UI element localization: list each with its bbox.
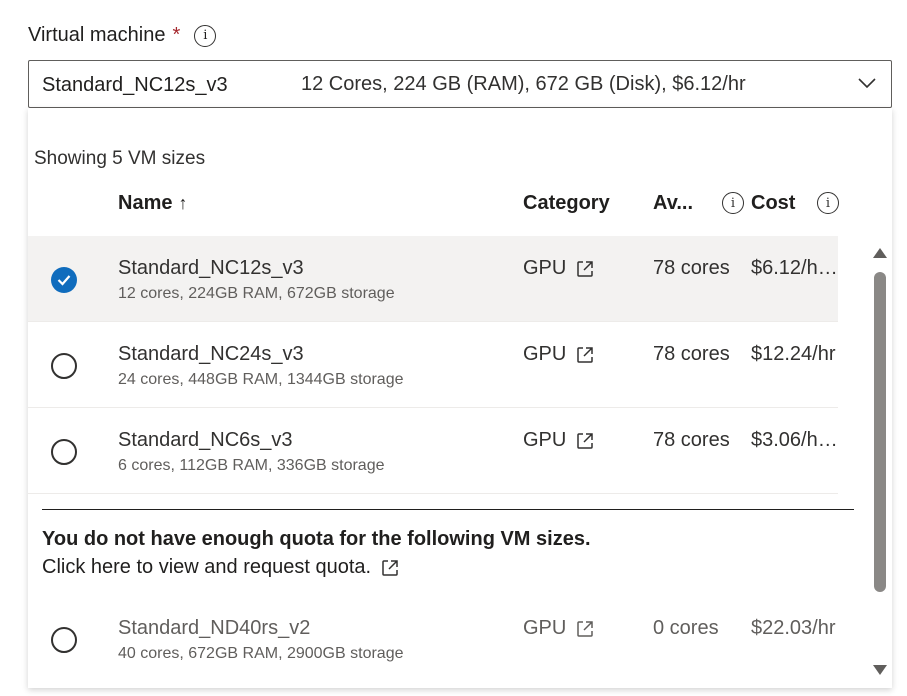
info-icon[interactable]: i <box>817 192 839 214</box>
vm-available: 78 cores <box>653 429 730 451</box>
vm-available: 0 cores <box>653 617 719 639</box>
required-asterisk: * <box>172 24 181 46</box>
vm-row[interactable]: Standard_NC24s_v3 24 cores, 448GB RAM, 1… <box>28 322 838 408</box>
vm-category-label: GPU <box>523 257 567 279</box>
column-header-available[interactable]: Av... <box>653 192 693 215</box>
column-header-cost[interactable]: Cost <box>751 192 795 215</box>
sort-ascending-icon: ↑ <box>178 193 188 213</box>
selected-vm-desc: 12 Cores, 224 GB (RAM), 672 GB (Disk), $… <box>301 73 746 95</box>
radio-selected[interactable] <box>51 267 77 293</box>
external-link-icon[interactable] <box>575 619 595 639</box>
vm-cost: $3.06/hr... <box>751 429 838 451</box>
column-header-name-label: Name <box>118 192 173 214</box>
scroll-up-arrow-icon[interactable] <box>873 248 887 258</box>
vm-category-label: GPU <box>523 617 567 639</box>
scrollbar-thumb[interactable] <box>874 272 886 592</box>
vm-category-label: GPU <box>523 429 567 451</box>
vm-category: GPU <box>523 429 595 452</box>
scroll-down-arrow-icon[interactable] <box>873 665 887 675</box>
field-label-text: Virtual machine <box>28 24 166 46</box>
radio-unselected[interactable] <box>51 439 77 465</box>
info-icon[interactable]: i <box>722 192 744 214</box>
vm-available: 78 cores <box>653 257 730 279</box>
vm-category: GPU <box>523 617 595 640</box>
vm-name: Standard_ND40rs_v2 <box>118 617 311 639</box>
column-header-name[interactable]: Name ↑ <box>118 192 187 215</box>
radio-unselected[interactable] <box>51 353 77 379</box>
checkmark-icon <box>57 275 71 286</box>
vm-specs: 24 cores, 448GB RAM, 1344GB storage <box>118 371 404 388</box>
vm-specs: 40 cores, 672GB RAM, 2900GB storage <box>118 645 404 662</box>
field-label: Virtual machine * i <box>28 24 217 47</box>
vm-size-select[interactable]: Standard_NC12s_v3 12 Cores, 224 GB (RAM)… <box>28 60 892 108</box>
vm-available: 78 cores <box>653 343 730 365</box>
external-link-icon[interactable] <box>575 431 595 451</box>
vm-name: Standard_NC6s_v3 <box>118 429 293 451</box>
vm-category: GPU <box>523 343 595 366</box>
column-header-category[interactable]: Category <box>523 192 610 215</box>
vm-cost: $12.24/hr <box>751 343 836 365</box>
vm-category: GPU <box>523 257 595 280</box>
vm-row[interactable]: Standard_ND40rs_v2 40 cores, 672GB RAM, … <box>28 596 838 682</box>
vm-row[interactable]: Standard_NC6s_v3 6 cores, 112GB RAM, 336… <box>28 408 838 494</box>
vm-name: Standard_NC12s_v3 <box>118 257 304 279</box>
selected-vm-name: Standard_NC12s_v3 <box>42 74 228 96</box>
showing-count: Showing 5 VM sizes <box>34 148 206 169</box>
quota-warning-title: You do not have enough quota for the fol… <box>42 528 591 550</box>
request-quota-link-text[interactable]: Click here to view and request quota. <box>42 556 371 579</box>
vm-specs: 12 cores, 224GB RAM, 672GB storage <box>118 285 395 302</box>
info-icon[interactable]: i <box>194 24 217 47</box>
external-link-icon[interactable] <box>575 259 595 279</box>
external-link-icon[interactable] <box>575 345 595 365</box>
section-divider <box>42 509 854 510</box>
vm-row[interactable]: Standard_NC12s_v3 12 cores, 224GB RAM, 6… <box>28 236 838 322</box>
vm-name: Standard_NC24s_v3 <box>118 343 304 365</box>
vm-category-label: GPU <box>523 343 567 365</box>
vm-cost: $6.12/hr... <box>751 257 838 279</box>
chevron-down-icon[interactable] <box>857 75 877 91</box>
vm-cost: $22.03/hr <box>751 617 836 639</box>
vm-specs: 6 cores, 112GB RAM, 336GB storage <box>118 457 385 474</box>
vm-size-dropdown: Showing 5 VM sizes Name ↑ Category Av... … <box>28 108 892 688</box>
request-quota-link[interactable]: Click here to view and request quota. <box>42 556 400 579</box>
external-link-icon[interactable] <box>380 558 400 578</box>
radio-unselected[interactable] <box>51 627 77 653</box>
